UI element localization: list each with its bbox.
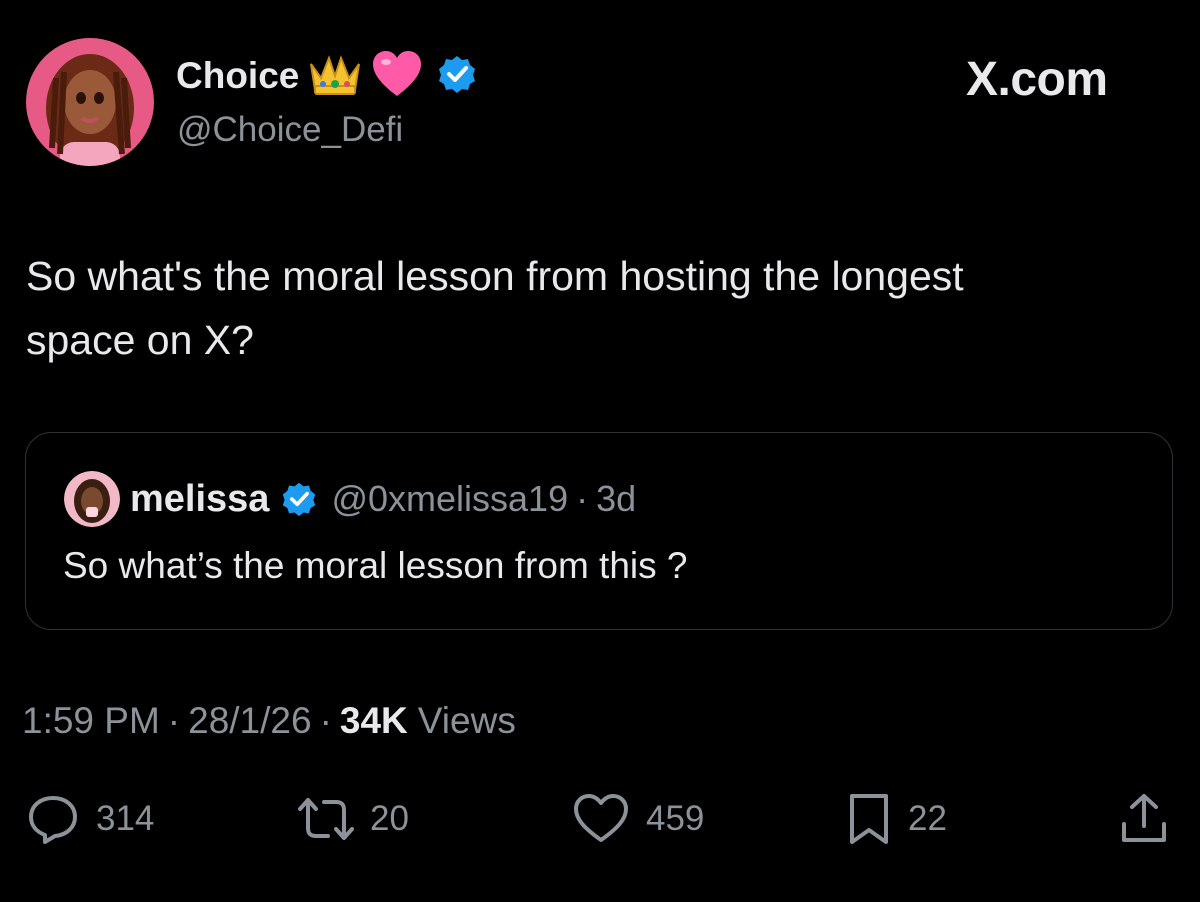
author-name-row: Choice [176,50,477,103]
quoted-age: 3d [596,478,637,519]
views-label: Views [417,700,516,741]
repost-count: 20 [370,799,409,838]
bookmark-count: 22 [908,799,947,838]
repost-button[interactable]: 20 [296,786,409,852]
author-name[interactable]: Choice [176,55,299,97]
tweet-text: So what's the moral lesson from hosting … [26,244,1176,372]
verified-badge-icon [281,481,317,517]
quoted-author-avatar [64,471,120,527]
verified-badge-icon [437,54,477,99]
brand-wordmark: X.com [966,53,1108,106]
quoted-tweet-card[interactable]: melissa @0xmelissa19 · 3d So what’s the … [25,432,1173,630]
repost-icon [296,792,356,846]
share-button[interactable] [1118,786,1170,852]
tweet-text-line: So what's the moral lesson from hosting … [26,253,964,299]
tweet-date[interactable]: 28/1/26 [188,700,311,742]
like-count: 459 [646,799,705,838]
pink-heart-icon [371,50,423,103]
tweet-time[interactable]: 1:59 PM [22,700,160,742]
reply-count: 314 [96,799,155,838]
like-icon [572,792,630,846]
author-handle[interactable]: @Choice_Defi [177,110,403,150]
quoted-tweet-header: melissa @0xmelissa19 · 3d [130,473,636,525]
like-button[interactable]: 459 [572,786,704,852]
tweet-text-line: space on X? [26,317,254,363]
views-count: 34K [339,700,408,741]
quoted-tweet-text: So what’s the moral lesson from this ? [63,545,688,586]
quoted-author-name[interactable]: melissa [130,478,269,521]
quoted-separator: · [576,478,589,519]
share-icon [1118,792,1170,846]
action-bar: 314 20 459 22 [0,786,1200,856]
reply-icon [26,792,80,846]
reply-button[interactable]: 314 [26,786,154,852]
author-avatar[interactable] [26,38,154,166]
tweet-meta: 1:59 PM · 28/1/26 · 34K Views [22,700,516,742]
bookmark-icon [846,792,892,846]
meta-separator: · [319,700,332,741]
crown-icon [307,50,363,103]
quoted-author-handle[interactable]: @0xmelissa19 [331,478,568,520]
bookmark-button[interactable]: 22 [846,786,947,852]
meta-separator: · [167,700,181,741]
